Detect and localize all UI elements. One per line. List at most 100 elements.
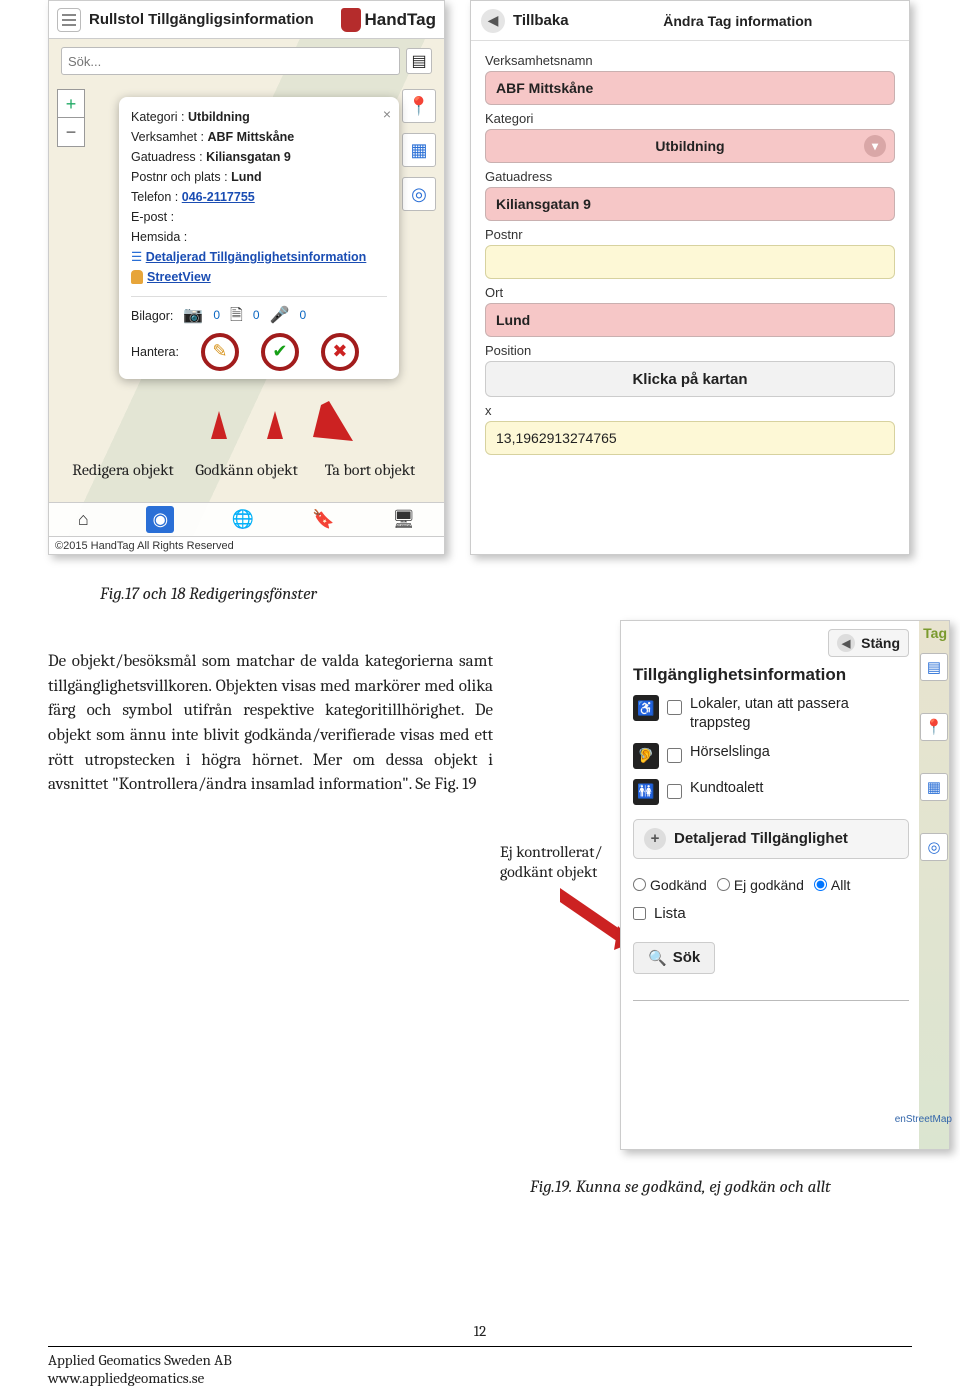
pin-icon[interactable]: 📍 bbox=[402, 89, 436, 123]
field-ort[interactable]: Lund bbox=[485, 303, 895, 337]
filter-option-3: 🚻 Kundtoalett bbox=[633, 779, 909, 805]
close-icon: ◀ bbox=[837, 634, 855, 652]
layers-icon[interactable]: ▤ bbox=[406, 48, 432, 74]
copyright-text: ©2015 HandTag All Rights Reserved bbox=[49, 536, 444, 554]
back-label[interactable]: Tillbaka bbox=[513, 12, 569, 29]
location-icon[interactable]: ◉ bbox=[146, 506, 174, 533]
camera-icon: 📷 bbox=[183, 303, 203, 329]
form-topbar: ◀ Tillbaka Ändra Tag information bbox=[471, 1, 909, 41]
field-x[interactable]: 13,1962913274765 bbox=[485, 421, 895, 455]
radio-ej-godkand[interactable]: Ej godkänd bbox=[717, 877, 804, 893]
back-icon[interactable]: ◀ bbox=[481, 9, 505, 33]
info-popup: × Kategori : Utbildning Verksamhet : ABF… bbox=[119, 97, 399, 379]
detailed-button[interactable]: + Detaljerad Tillgänglighet bbox=[633, 819, 909, 859]
detail-link[interactable]: Detaljerad Tillgänglighetsinformation bbox=[146, 250, 367, 264]
field-kategori[interactable]: Utbildning ▾ bbox=[485, 129, 895, 163]
zoom-controls[interactable]: + − bbox=[57, 89, 85, 147]
home-icon[interactable]: ⌂ bbox=[78, 509, 89, 530]
chevron-down-icon: ▾ bbox=[864, 135, 886, 157]
manage-row: Hantera: ✎ ✔ ✖ bbox=[131, 333, 387, 371]
brand-logo: HandTag bbox=[341, 8, 436, 32]
lista-option: Lista bbox=[633, 905, 909, 922]
radio-godkand[interactable]: Godkänd bbox=[633, 877, 707, 893]
grid-icon[interactable]: ▦ bbox=[402, 133, 436, 167]
delete-button[interactable]: ✖ bbox=[321, 333, 359, 371]
brand-tag: Tag bbox=[923, 625, 947, 641]
search-input[interactable] bbox=[61, 47, 400, 75]
label-verk: Verksamhetsnamn bbox=[485, 53, 895, 68]
arrow-icon bbox=[313, 401, 353, 441]
callout-edit: Redigera objekt bbox=[68, 460, 178, 480]
field-gatuadress[interactable]: Kiliansgatan 9 bbox=[485, 187, 895, 221]
document-icon: 🗎 bbox=[230, 303, 243, 329]
callout-ej-kontrollerat: Ej kontrollerat/ godkänt objekt bbox=[500, 842, 602, 882]
attachments-row: Bilagor: 📷0 🗎0 🎤0 bbox=[131, 303, 387, 329]
pin-icon[interactable]: 📍 bbox=[920, 713, 948, 741]
target-icon[interactable]: ◎ bbox=[920, 833, 948, 861]
callout-approve: Godkänn objekt bbox=[192, 460, 302, 480]
arrow-icon bbox=[267, 411, 283, 439]
bottom-toolbar: ⌂ ◉ 🌐 🔖 🖥 bbox=[49, 502, 444, 536]
page-footer: 12 Applied Geomatics Sweden AB www.appli… bbox=[48, 1346, 912, 1387]
status-radios: Godkänd Ej godkänd Allt bbox=[633, 877, 909, 893]
checkbox-lista[interactable] bbox=[633, 907, 646, 920]
callout-delete: Ta bort objekt bbox=[315, 460, 425, 480]
search-bar: ▤ bbox=[55, 41, 438, 81]
map-side-toolbar: 📍 ▦ ◎ bbox=[402, 89, 436, 211]
search-button[interactable]: 🔍 Sök bbox=[633, 942, 715, 974]
checkbox-2[interactable] bbox=[667, 748, 682, 763]
figure-caption-19: Fig.19. Kunna se godkänd, ej godkän och … bbox=[530, 1178, 831, 1197]
edit-form-screenshot: ◀ Tillbaka Ändra Tag information Verksam… bbox=[470, 0, 910, 555]
field-verk[interactable]: ABF Mittskåne bbox=[485, 71, 895, 105]
body-paragraph: De objekt/besöksmål som matchar de valda… bbox=[48, 650, 493, 798]
close-icon[interactable]: × bbox=[383, 103, 391, 125]
label-kategori: Kategori bbox=[485, 111, 895, 126]
filter-screenshot: Tag ▤ 📍 ▦ ◎ enStreetMap ◀ Stäng Tillgäng… bbox=[620, 620, 950, 1150]
approve-button[interactable]: ✔ bbox=[261, 333, 299, 371]
target-icon[interactable]: ◎ bbox=[402, 177, 436, 211]
mic-icon: 🎤 bbox=[270, 303, 290, 329]
footer-org: Applied Geomatics Sweden AB bbox=[48, 1351, 912, 1369]
footer-url: www.appliedgeomatics.se bbox=[48, 1369, 912, 1387]
app-title: Rullstol Tillgängligsinformation bbox=[89, 11, 314, 28]
map-strip: Tag ▤ 📍 ▦ ◎ enStreetMap bbox=[919, 621, 949, 1149]
layers-icon[interactable]: ▤ bbox=[920, 653, 948, 681]
zoom-out-button[interactable]: − bbox=[58, 118, 84, 146]
radio-allt[interactable]: Allt bbox=[814, 877, 850, 893]
toilet-icon: 🚻 bbox=[633, 779, 659, 805]
plus-icon: + bbox=[644, 828, 666, 850]
filter-heading: Tillgänglighetsinformation bbox=[633, 665, 909, 685]
phone-link[interactable]: 046-2117755 bbox=[182, 190, 255, 204]
figure-caption-17: Fig.17 och 18 Redigeringsfönster bbox=[100, 585, 317, 604]
bookmark-icon[interactable]: 🔖 bbox=[312, 509, 334, 530]
checkbox-3[interactable] bbox=[667, 784, 682, 799]
close-button[interactable]: ◀ Stäng bbox=[828, 629, 909, 657]
zoom-in-button[interactable]: + bbox=[58, 90, 84, 118]
filter-option-1: ♿ Lokaler, utan att passera trappsteg bbox=[633, 695, 909, 733]
crest-icon bbox=[341, 8, 361, 32]
filter-option-2: 🦻 Hörselslinga bbox=[633, 743, 909, 769]
label-postnr: Postnr bbox=[485, 227, 895, 242]
grid-icon[interactable]: ▦ bbox=[920, 773, 948, 801]
streetview-link[interactable]: StreetView bbox=[131, 267, 211, 287]
arrow-icon bbox=[211, 411, 227, 439]
page-number: 12 bbox=[474, 1322, 487, 1340]
app-topbar: Rullstol Tillgängligsinformation HandTag bbox=[49, 1, 444, 39]
globe-icon[interactable]: 🌐 bbox=[232, 509, 254, 530]
field-postnr[interactable] bbox=[485, 245, 895, 279]
edit-button[interactable]: ✎ bbox=[201, 333, 239, 371]
wheelchair-icon: ♿ bbox=[633, 695, 659, 721]
label-ort: Ort bbox=[485, 285, 895, 300]
device-icon[interactable]: 🖥 bbox=[392, 509, 415, 530]
divider bbox=[633, 1000, 909, 1001]
checkbox-1[interactable] bbox=[667, 700, 682, 715]
search-icon: 🔍 bbox=[648, 949, 667, 967]
hearing-icon: 🦻 bbox=[633, 743, 659, 769]
map-click-button[interactable]: Klicka på kartan bbox=[485, 361, 895, 397]
label-gatuadress: Gatuadress bbox=[485, 169, 895, 184]
list-icon: ☰ bbox=[131, 250, 146, 264]
form-title: Ändra Tag information bbox=[577, 13, 899, 29]
callout-labels: Redigera objekt Godkänn objekt Ta bort o… bbox=[48, 460, 445, 480]
label-position: Position bbox=[485, 343, 895, 358]
menu-icon[interactable] bbox=[57, 8, 81, 32]
